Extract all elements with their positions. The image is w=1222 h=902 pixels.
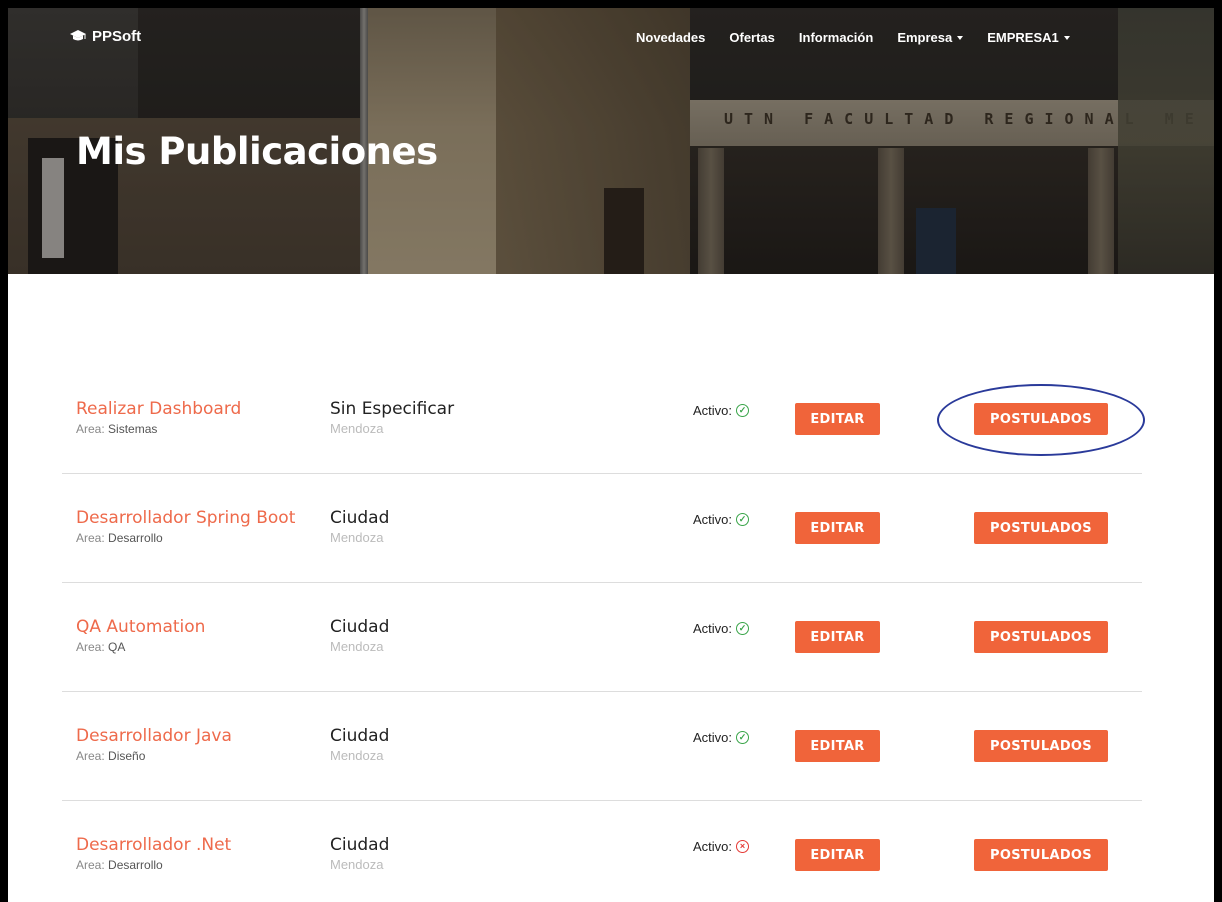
- area-value: Sistemas: [108, 422, 158, 436]
- nav-item-label: Ofertas: [729, 30, 775, 45]
- location-type: Ciudad: [330, 726, 390, 746]
- publication-info: Desarrollador Spring Boot Area: Desarrol…: [76, 508, 295, 545]
- status-indicator: Activo: ✓: [693, 621, 750, 636]
- status-label: Activo:: [693, 730, 733, 745]
- status-indicator: Activo: ✓: [693, 403, 750, 418]
- publication-area: Area: Desarrollo: [76, 858, 231, 872]
- location-city: Mendoza: [330, 421, 384, 436]
- hero-banner: UTN FACULTAD REGIONAL ME PPSoft Novedade…: [8, 8, 1214, 274]
- area-label: Area:: [76, 749, 105, 763]
- nav-item-label: Novedades: [636, 30, 706, 45]
- edit-button[interactable]: EDITAR: [795, 621, 880, 653]
- brand-name: PPSoft: [92, 28, 142, 45]
- publication-title-link[interactable]: Desarrollador Spring Boot: [76, 508, 295, 528]
- area-value: Desarrollo: [108, 858, 163, 872]
- edit-button[interactable]: EDITAR: [795, 839, 880, 871]
- applicants-button[interactable]: POSTULADOS: [974, 512, 1108, 544]
- check-circle-icon: ✓: [736, 404, 750, 417]
- brand-logo-link[interactable]: PPSoft: [70, 28, 141, 45]
- publication-info: Desarrollador .Net Area: Desarrollo: [76, 835, 231, 872]
- publication-title-link[interactable]: Desarrollador .Net: [76, 835, 231, 855]
- area-label: Area:: [76, 640, 105, 654]
- area-label: Area:: [76, 531, 105, 545]
- location-type: Ciudad: [330, 508, 390, 528]
- publications-list: Realizar Dashboard Area: Sistemas Sin Es…: [62, 365, 1145, 902]
- area-value: Diseño: [108, 749, 146, 763]
- nav-item-novedades[interactable]: Novedades: [636, 30, 705, 45]
- publication-area: Area: Diseño: [76, 749, 232, 763]
- publication-row: QA Automation Area: QA Ciudad Mendoza Ac…: [62, 583, 1142, 692]
- app-frame: UTN FACULTAD REGIONAL ME PPSoft Novedade…: [8, 8, 1214, 902]
- status-label: Activo:: [693, 403, 733, 418]
- publication-row: Desarrollador Java Area: Diseño Ciudad M…: [62, 692, 1142, 801]
- publication-location: Sin Especificar Mendoza: [330, 399, 454, 436]
- status-label: Activo:: [693, 512, 733, 527]
- location-type: Ciudad: [330, 617, 390, 637]
- edit-button[interactable]: EDITAR: [795, 403, 880, 435]
- status-indicator: Activo: ✓: [693, 730, 750, 745]
- nav-item-label: Empresa: [897, 30, 953, 45]
- area-label: Area:: [76, 858, 105, 872]
- publication-title-link[interactable]: Desarrollador Java: [76, 726, 232, 746]
- area-value: QA: [108, 640, 126, 654]
- publication-area: Area: QA: [76, 640, 205, 654]
- applicants-button[interactable]: POSTULADOS: [974, 621, 1108, 653]
- status-label: Activo:: [693, 839, 733, 854]
- location-type: Sin Especificar: [330, 399, 455, 419]
- edit-button[interactable]: EDITAR: [795, 512, 880, 544]
- nav-item-ofertas[interactable]: Ofertas: [729, 30, 775, 45]
- caret-down-icon: [957, 36, 964, 40]
- location-city: Mendoza: [330, 857, 384, 872]
- location-city: Mendoza: [330, 639, 384, 654]
- status-label: Activo:: [693, 621, 733, 636]
- publication-location: Ciudad Mendoza: [330, 617, 389, 654]
- location-city: Mendoza: [330, 530, 384, 545]
- edit-button[interactable]: EDITAR: [795, 730, 880, 762]
- status-indicator: Activo: ×: [693, 839, 750, 854]
- status-indicator: Activo: ✓: [693, 512, 750, 527]
- location-type: Ciudad: [330, 835, 390, 855]
- publication-row: Desarrollador .Net Area: Desarrollo Ciud…: [62, 801, 1142, 902]
- caret-down-icon: [1063, 36, 1070, 40]
- publication-row: Realizar Dashboard Area: Sistemas Sin Es…: [62, 365, 1145, 474]
- nav-item-user-dropdown[interactable]: EMPRESA1: [987, 30, 1070, 45]
- graduation-cap-icon: [70, 29, 86, 45]
- check-circle-icon: ✓: [736, 622, 750, 635]
- publication-title-link[interactable]: Realizar Dashboard: [76, 399, 241, 419]
- publication-info: QA Automation Area: QA: [76, 617, 205, 654]
- publication-location: Ciudad Mendoza: [330, 835, 389, 872]
- location-city: Mendoza: [330, 748, 384, 763]
- publication-location: Ciudad Mendoza: [330, 508, 389, 545]
- publication-title-link[interactable]: QA Automation: [76, 617, 205, 637]
- publication-location: Ciudad Mendoza: [330, 726, 389, 763]
- check-circle-icon: ✓: [736, 731, 750, 744]
- nav-item-informacion[interactable]: Información: [799, 30, 873, 45]
- publication-info: Desarrollador Java Area: Diseño: [76, 726, 232, 763]
- area-label: Area:: [76, 422, 105, 436]
- applicants-button[interactable]: POSTULADOS: [974, 839, 1108, 871]
- applicants-button[interactable]: POSTULADOS: [974, 403, 1108, 435]
- page-title: Mis Publicaciones: [76, 130, 438, 173]
- publication-area: Area: Desarrollo: [76, 531, 295, 545]
- main-nav: Novedades Ofertas Información Empresa EM…: [636, 30, 1094, 45]
- nav-item-empresa-dropdown[interactable]: Empresa: [897, 30, 964, 45]
- nav-item-label: EMPRESA1: [987, 30, 1059, 45]
- area-value: Desarrollo: [108, 531, 163, 545]
- nav-item-label: Información: [798, 30, 874, 45]
- check-circle-icon: ✓: [736, 513, 750, 526]
- applicants-button[interactable]: POSTULADOS: [974, 730, 1108, 762]
- x-circle-icon: ×: [736, 840, 750, 853]
- publication-area: Area: Sistemas: [76, 422, 241, 436]
- publication-row: Desarrollador Spring Boot Area: Desarrol…: [62, 474, 1142, 583]
- publication-info: Realizar Dashboard Area: Sistemas: [76, 399, 241, 436]
